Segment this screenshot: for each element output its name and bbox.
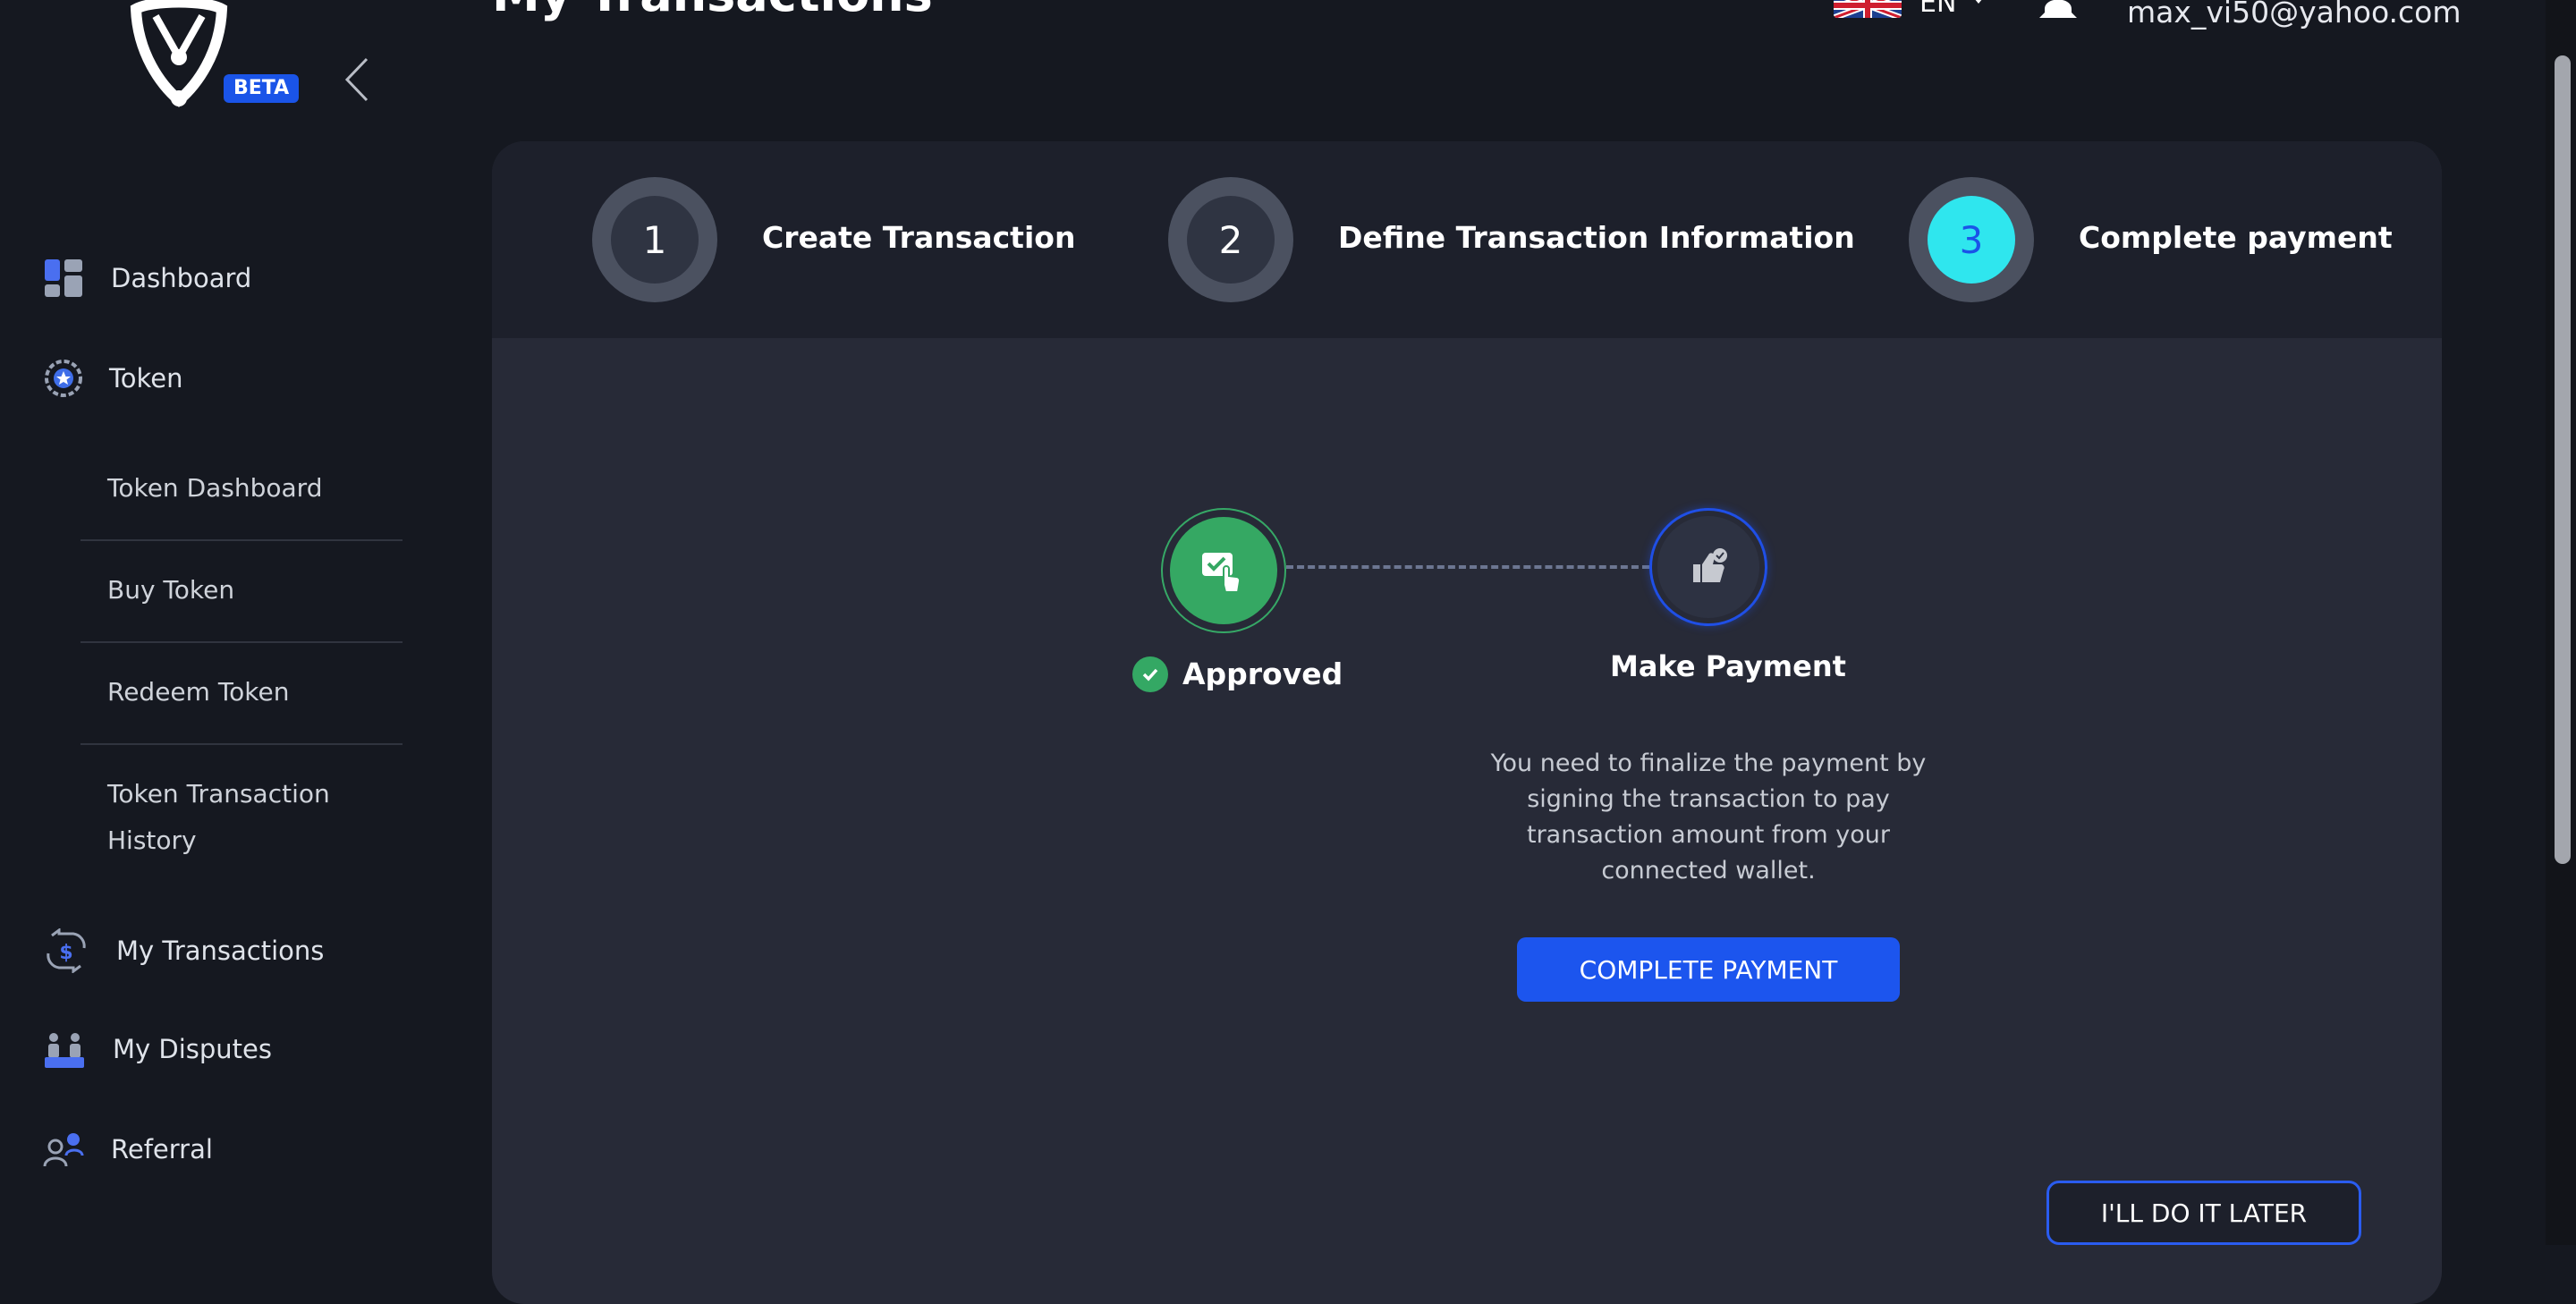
sidebar-item-label: Dashboard [111, 263, 252, 293]
sidebar-subitem-redeem-token[interactable]: Redeem Token [107, 669, 290, 716]
step-1-label: Create Transaction [762, 220, 1076, 255]
sidebar-item-my-transactions[interactable]: $ My Transactions [43, 928, 324, 973]
check-icon [1132, 656, 1168, 692]
do-it-later-button[interactable]: I'LL DO IT LATER [2046, 1181, 2361, 1245]
step-3-label: Complete payment [2079, 220, 2393, 255]
divider [80, 641, 402, 643]
approve-touch-icon [1202, 553, 1241, 593]
scrollbar-thumb[interactable] [2555, 55, 2571, 864]
step-number: 2 [1187, 196, 1275, 284]
step-3-indicator: 3 [1909, 177, 2034, 302]
approved-status-indicator [1161, 508, 1286, 633]
step-2-label: Define Transaction Information [1338, 220, 1855, 255]
payment-instructions: You need to finalize the payment by sign… [1490, 749, 1927, 885]
make-payment-label: Make Payment [1610, 649, 1846, 683]
disputes-icon [45, 1033, 84, 1068]
payment-thumbs-up-icon [1693, 548, 1727, 582]
collapse-sidebar-chevron-icon[interactable] [342, 55, 372, 104]
sidebar-item-label: Referral [111, 1134, 213, 1164]
sidebar-item-label: My Disputes [113, 1034, 273, 1064]
transactions-icon: $ [47, 928, 86, 973]
language-selector[interactable]: EN [1919, 0, 1956, 19]
sidebar-item-my-disputes[interactable]: My Disputes [43, 1029, 272, 1070]
beta-badge: BETA [224, 74, 300, 103]
sidebar-item-dashboard[interactable]: Dashboard [43, 258, 251, 299]
make-payment-indicator [1649, 508, 1767, 626]
token-icon [45, 360, 82, 397]
step-2-indicator: 2 [1168, 177, 1293, 302]
sidebar-item-referral[interactable]: Referral [43, 1129, 213, 1170]
svg-text:$: $ [59, 942, 72, 964]
sidebar-subitem-buy-token[interactable]: Buy Token [107, 567, 234, 614]
sidebar-subitem-token-dashboard[interactable]: Token Dashboard [107, 465, 322, 512]
page-title: My Transactions [492, 0, 933, 22]
user-email[interactable]: max_vi50@yahoo.com [2127, 0, 2462, 30]
referral-icon [43, 1133, 84, 1167]
uk-flag-icon[interactable] [1834, 0, 1902, 18]
sidebar-item-label: My Transactions [116, 936, 325, 966]
app-logo [130, 0, 228, 107]
divider [80, 539, 402, 541]
transaction-card: 1 Create Transaction 2 Define Transactio… [492, 141, 2442, 1304]
approved-label: Approved [1182, 656, 1343, 691]
notification-bell-icon[interactable] [2038, 0, 2079, 23]
step-number: 1 [611, 196, 699, 284]
chevron-down-icon[interactable] [1974, 0, 1983, 4]
step-number: 3 [1928, 196, 2015, 284]
step-1-indicator: 1 [592, 177, 717, 302]
sidebar-item-token[interactable]: Token [43, 358, 183, 399]
dashboard-icon [45, 259, 82, 297]
sidebar-item-label: Token [109, 363, 183, 394]
transaction-stepper: 1 Create Transaction 2 Define Transactio… [492, 141, 2442, 338]
complete-payment-button[interactable]: COMPLETE PAYMENT [1517, 937, 1900, 1002]
divider [80, 743, 402, 745]
sidebar-subitem-token-transaction-history[interactable]: Token Transaction History [107, 771, 376, 864]
progress-connector [1286, 565, 1649, 569]
